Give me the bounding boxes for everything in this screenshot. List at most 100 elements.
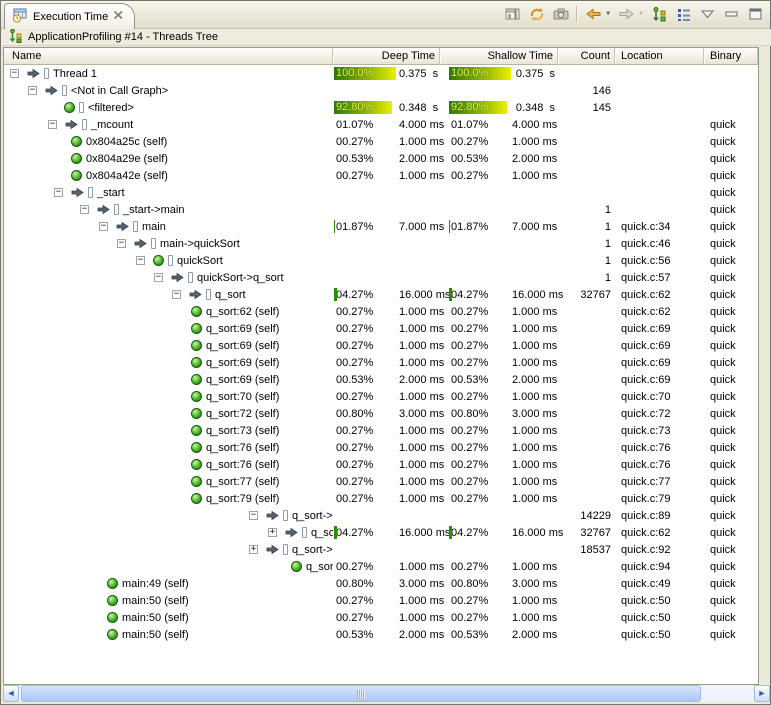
collapse-icon[interactable]: −: [99, 222, 108, 231]
tree-row[interactable]: q_sort:72 (self)00.80%3.000 ms00.80%3.00…: [4, 405, 758, 422]
tree-row[interactable]: q_sort:69 (self)00.27%1.000 ms00.27%1.00…: [4, 354, 758, 371]
shallow-time-cell: 00.53%2.000 ms: [440, 151, 558, 166]
tree-row[interactable]: q_sort:73 (self)00.27%1.000 ms00.27%1.00…: [4, 422, 758, 439]
maximize-icon[interactable]: [747, 6, 764, 23]
tree-row[interactable]: q_sort:76 (self)00.27%1.000 ms00.27%1.00…: [4, 439, 758, 456]
expand-icon[interactable]: +: [249, 545, 258, 554]
tree-row[interactable]: −<Not in Call Graph>146: [4, 82, 758, 99]
tree-row[interactable]: 0x804a25c (self)00.27%1.000 ms00.27%1.00…: [4, 133, 758, 150]
tree-row[interactable]: −main->quickSort1quick.c:46quick: [4, 235, 758, 252]
method-ball-icon: [191, 408, 202, 419]
tree-row[interactable]: q_sort:77 (self)00.27%1.000 ms00.27%1.00…: [4, 473, 758, 490]
tree-row[interactable]: <filtered>92.80%0.348 s92.80%0.348 s145: [4, 99, 758, 116]
tree-row[interactable]: q_sort:70 (self)00.27%1.000 ms00.27%1.00…: [4, 388, 758, 405]
tree-row[interactable]: −quickSort->q_sort1quick.c:57quick: [4, 269, 758, 286]
collapse-icon[interactable]: −: [80, 205, 89, 214]
tree-row[interactable]: main:50 (self)00.27%1.000 ms00.27%1.000 …: [4, 609, 758, 626]
column-header-shallow-time[interactable]: Shallow Time: [440, 48, 558, 64]
collapse-icon[interactable]: −: [136, 256, 145, 265]
deep-percent-cell: 00.27%: [333, 559, 399, 574]
scroll-left-arrow-icon[interactable]: ◄: [3, 685, 19, 702]
deep-percent-cell: 01.87%: [333, 219, 399, 234]
location-cell: quick.c:62: [615, 306, 704, 318]
tree-row[interactable]: q_sort:79 (self)00.27%1.000 ms00.27%1.00…: [4, 490, 758, 507]
method-ball-icon: [71, 136, 82, 147]
name-cell: −<Not in Call Graph>: [4, 85, 333, 97]
expand-icon[interactable]: +: [268, 528, 277, 537]
tree-row[interactable]: q_sort:62 (self)00.27%1.000 ms00.27%1.00…: [4, 303, 758, 320]
tree-row[interactable]: −_start->main1quick: [4, 201, 758, 218]
tree-row[interactable]: −Thread 1100.0%0.375 s100.0%0.375 s: [4, 65, 758, 82]
deep-percent-cell: [333, 542, 399, 557]
snapshot-camera-icon[interactable]: [552, 6, 569, 23]
collapse-icon[interactable]: −: [10, 69, 19, 78]
minimize-icon[interactable]: [723, 6, 740, 23]
tab-execution-time[interactable]: Execution Time: [4, 3, 135, 29]
method-ball-icon: [107, 629, 118, 640]
deep-percent-tick: [334, 220, 335, 233]
shallow-time-value: 1.000 ms: [512, 612, 560, 624]
shallow-percent-value: 04.27%: [448, 289, 488, 301]
tree-row[interactable]: −main01.87%7.000 ms01.87%7.000 ms1quick.…: [4, 218, 758, 235]
refresh-icon[interactable]: [528, 6, 545, 23]
tree-row[interactable]: −q_sort04.27%16.000 ms04.27%16.000 ms327…: [4, 286, 758, 303]
view-menu-icon[interactable]: [699, 6, 716, 23]
name-cell: q_sort:72 (self): [4, 408, 333, 420]
shallow-time-cell: [440, 270, 558, 285]
tree-row[interactable]: 0x804a42e (self)00.27%1.000 ms00.27%1.00…: [4, 167, 758, 184]
column-header-deep-time[interactable]: Deep Time: [333, 48, 440, 64]
tree-row[interactable]: q_sort:76 (self)00.27%1.000 ms00.27%1.00…: [4, 456, 758, 473]
forward-icon[interactable]: [618, 6, 635, 23]
tree-row[interactable]: q_sort:94 (self)00.27%1.000 ms00.27%1.00…: [4, 558, 758, 575]
location-cell: quick.c:69: [615, 323, 704, 335]
call-arrow-icon: [65, 119, 78, 130]
tree-row[interactable]: main:50 (self)00.53%2.000 ms00.53%2.000 …: [4, 626, 758, 643]
shallow-percent-cell: 00.27%: [448, 457, 512, 472]
h-scrollbar[interactable]: ◄ ►: [3, 685, 770, 702]
tree-row[interactable]: q_sort:69 (self)00.27%1.000 ms00.27%1.00…: [4, 320, 758, 337]
collapse-icon[interactable]: −: [249, 511, 258, 520]
collapse-icon[interactable]: −: [28, 86, 37, 95]
collapse-icon[interactable]: −: [54, 188, 63, 197]
h-scrollbar-thumb[interactable]: [21, 685, 701, 702]
tree-row[interactable]: −_mcount01.07%4.000 ms01.07%4.000 msquic…: [4, 116, 758, 133]
column-header-name[interactable]: Name: [4, 48, 333, 64]
forward-menu-arrow-icon[interactable]: ▼: [638, 11, 644, 17]
tree-row[interactable]: −q_sort->q_sort14229quick.c:89quick: [4, 507, 758, 524]
column-header-count[interactable]: Count: [558, 48, 615, 64]
row-label: q_sort:79 (self): [206, 493, 279, 505]
location-cell: quick.c:62: [615, 527, 704, 539]
collapse-icon[interactable]: −: [172, 290, 181, 299]
close-icon[interactable]: [113, 10, 124, 23]
tree-row[interactable]: q_sort:69 (self)00.53%2.000 ms00.53%2.00…: [4, 371, 758, 388]
collapse-icon[interactable]: −: [154, 273, 163, 282]
tree-row[interactable]: −quickSort1quick.c:56quick: [4, 252, 758, 269]
back-menu-arrow-icon[interactable]: ▼: [605, 11, 611, 17]
tree-row[interactable]: main:49 (self)00.80%3.000 ms00.80%3.000 …: [4, 575, 758, 592]
scroll-right-arrow-icon[interactable]: ►: [754, 685, 770, 702]
ball-glyph: [191, 374, 202, 385]
deep-percent-cell: 00.53%: [333, 151, 399, 166]
tree-row[interactable]: main:50 (self)00.27%1.000 ms00.27%1.000 …: [4, 592, 758, 609]
tree-row[interactable]: +q_sort->q_sort18537quick.c:92quick: [4, 541, 758, 558]
shallow-percent-value: 00.53%: [448, 153, 488, 165]
deep-percent-cell: 00.27%: [333, 423, 399, 438]
tree-row[interactable]: −_startquick: [4, 184, 758, 201]
back-icon[interactable]: [585, 6, 602, 23]
tree-row[interactable]: +q_sort04.27%16.000 ms04.27%16.000 ms327…: [4, 524, 758, 541]
tree-row[interactable]: 0x804a29e (self)00.53%2.000 ms00.53%2.00…: [4, 150, 758, 167]
binary-cell: quick: [704, 459, 758, 471]
collapse-icon[interactable]: −: [117, 239, 126, 248]
name-cell: main:50 (self): [4, 612, 333, 624]
column-header-location[interactable]: Location: [615, 48, 704, 64]
call-arrow-icon: [116, 221, 129, 232]
h-scrollbar-track[interactable]: [19, 685, 754, 702]
sort-tree-icon[interactable]: [651, 6, 668, 23]
deep-percent-value: 00.27%: [333, 391, 373, 403]
columns-list-icon[interactable]: [675, 6, 692, 23]
tree-row[interactable]: q_sort:69 (self)00.27%1.000 ms00.27%1.00…: [4, 337, 758, 354]
open-view-icon[interactable]: [504, 6, 521, 23]
column-header-binary[interactable]: Binary: [704, 48, 758, 64]
collapse-icon[interactable]: −: [48, 120, 57, 129]
deep-percent-bar: 92.80%: [334, 101, 392, 114]
